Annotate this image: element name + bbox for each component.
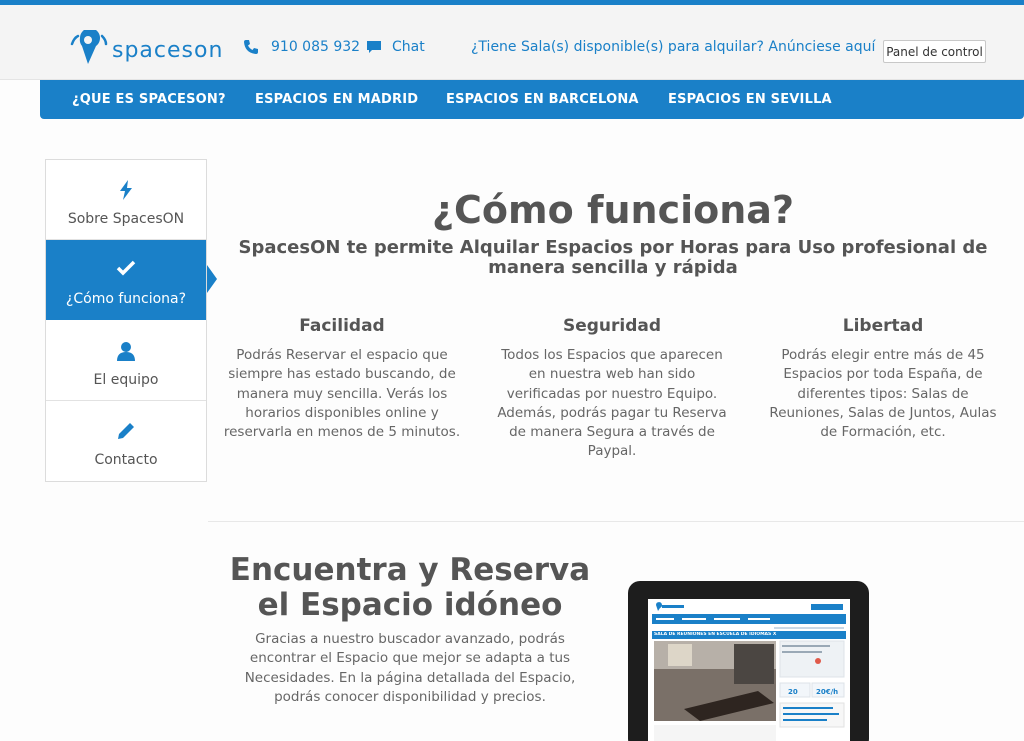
text-line: verificadas por nuestro Equipo.	[506, 385, 718, 402]
feature-title: Seguridad	[562, 316, 662, 336]
section-divider	[208, 521, 1024, 522]
text-line: siempre has estado buscando, de	[228, 366, 456, 383]
feature-facilidad: Facilidad Podrás Reservar el espacio que…	[217, 316, 467, 442]
phone-icon	[244, 40, 258, 54]
subtitle-line: manera sencilla y rápida	[488, 257, 738, 278]
text-line: podrás conocer disponibilidad y precios.	[274, 688, 546, 705]
advertise-link[interactable]: ¿Tiene Sala(s) disponible(s) para alquil…	[471, 39, 875, 55]
listing-capacity: 20	[788, 688, 798, 696]
text-line: Espacios por toda España, de	[783, 366, 983, 383]
screen-preview-image	[648, 599, 850, 741]
sidebar-item-label: ¿Cómo funciona?	[65, 291, 187, 307]
sidebar-item-label: El equipo	[93, 372, 159, 388]
text-line: horarios disponibles online y	[245, 404, 439, 421]
bolt-icon	[120, 180, 132, 200]
listing-title: SALA DE REUNIONES EN ESCUELA DE IDIOMAS …	[654, 632, 777, 637]
feature-text: Podrás Reservar el espacio que siempre h…	[217, 346, 467, 442]
sidebar-item-contacto[interactable]: Contacto	[46, 401, 206, 481]
text-line: Todos los Espacios que aparecen	[501, 347, 723, 363]
logo-text: spaceson	[112, 38, 224, 63]
nav-item-madrid[interactable]: ESPACIOS EN MADRID	[255, 92, 418, 107]
tablet-preview: SALA DE REUNIONES EN ESCUELA DE IDIOMAS …	[628, 581, 869, 741]
text-line: Además, podrás pagar tu Reserva	[497, 404, 727, 421]
nav-item-que-es-spaceson[interactable]: ¿QUE ES SPACESON?	[72, 92, 226, 107]
tablet-screen: SALA DE REUNIONES EN ESCUELA DE IDIOMAS …	[648, 599, 850, 741]
pencil-icon	[118, 423, 134, 439]
check-icon	[116, 260, 136, 276]
chat-label: Chat	[392, 39, 425, 55]
text-line: manera muy sencilla. Verás los	[236, 385, 448, 402]
control-panel-button[interactable]: Panel de control	[883, 40, 986, 63]
feature-title: Facilidad	[299, 316, 385, 336]
chat-icon	[367, 40, 381, 53]
text-line: Podrás elegir entre más de 45	[781, 347, 985, 363]
main-nav: ¿QUE ES SPACESON? ESPACIOS EN MADRID ESP…	[40, 80, 1024, 119]
sidebar-item-sobre-spaceson[interactable]: Sobre SpacesON	[46, 160, 206, 240]
sidebar-item-el-equipo[interactable]: El equipo	[46, 321, 206, 401]
user-icon	[117, 342, 135, 361]
feature-libertad: Libertad Podrás elegir entre más de 45 E…	[758, 316, 1008, 442]
page-title: ¿Cómo funciona?	[431, 188, 794, 232]
text-line: Gracias a nuestro buscador avanzado, pod…	[255, 631, 565, 647]
sidebar-item-label: Sobre SpacesON	[67, 211, 185, 227]
header: spaceson 910 085 932 Chat ¿Tiene Sala(s)…	[0, 5, 1024, 80]
logo-pin-icon	[70, 30, 108, 64]
section-title-line: Encuentra y Reserva	[229, 552, 591, 588]
nav-item-barcelona[interactable]: ESPACIOS EN BARCELONA	[446, 92, 639, 107]
listing-price: 20€/h	[816, 688, 839, 696]
feature-text: Todos los Espacios que aparecen en nuest…	[487, 346, 737, 462]
feature-title: Libertad	[842, 316, 924, 336]
sidebar: Sobre SpacesON ¿Cómo funciona? El equipo…	[45, 159, 207, 482]
text-line: en nuestra web han sido	[528, 366, 696, 383]
text-line: Paypal.	[587, 443, 637, 460]
text-line: reservarla en menos de 5 minutos.	[223, 424, 461, 441]
logo[interactable]: spaceson	[68, 30, 228, 70]
feature-text: Podrás elegir entre más de 45 Espacios p…	[758, 346, 1008, 442]
text-line: Podrás Reservar el espacio que	[236, 347, 448, 363]
sidebar-item-como-funciona[interactable]: ¿Cómo funciona?	[46, 240, 206, 320]
phone-number: 910 085 932	[271, 39, 361, 55]
text-line: Reuniones, Salas de Juntos, Aulas	[769, 404, 997, 421]
section-text: Gracias a nuestro buscador avanzado, pod…	[212, 630, 608, 707]
nav-item-sevilla[interactable]: ESPACIOS EN SEVILLA	[668, 92, 832, 107]
chat-link[interactable]: Chat	[366, 39, 425, 55]
sidebar-item-label: Contacto	[94, 452, 158, 468]
text-line: de manera Segura a través de	[509, 424, 715, 441]
section-title: Encuentra y Reserva el Espacio idóneo	[212, 553, 608, 623]
section-title-line: el Espacio idóneo	[257, 587, 563, 623]
phone-link[interactable]: 910 085 932	[243, 39, 360, 55]
text-line: de Formación, etc.	[820, 424, 946, 441]
feature-seguridad: Seguridad Todos los Espacios que aparece…	[487, 316, 737, 462]
page-subtitle: SpacesON te permite Alquilar Espacios po…	[210, 238, 1016, 278]
text-line: Necesidades. En la página detallada del …	[244, 669, 576, 686]
text-line: encontrar el Espacio que mejor se adapta…	[249, 650, 571, 667]
subtitle-line: SpacesON te permite Alquilar Espacios po…	[238, 237, 988, 258]
text-line: diferentes tipos: Salas de	[797, 385, 969, 402]
